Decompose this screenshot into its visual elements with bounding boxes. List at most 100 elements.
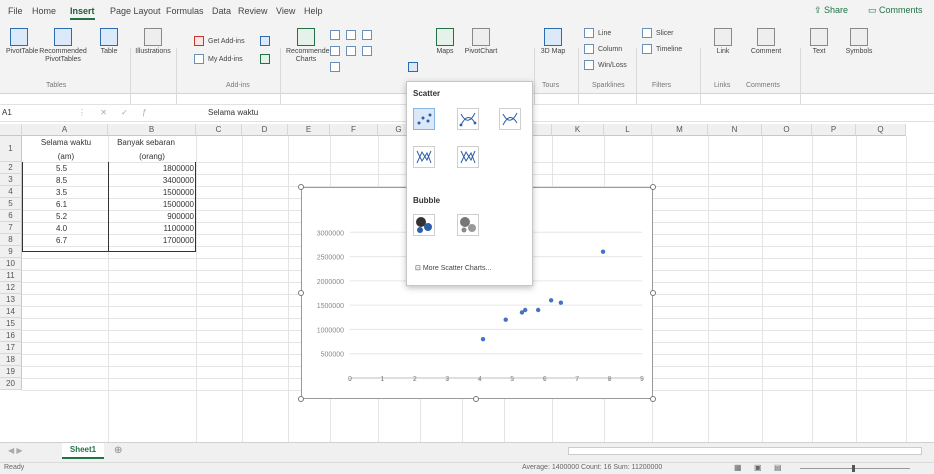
- row-header-17[interactable]: 17: [0, 342, 22, 354]
- tab-insert[interactable]: Insert: [70, 6, 95, 20]
- row-header-14[interactable]: 14: [0, 306, 22, 318]
- tab-formulas[interactable]: Formulas: [166, 6, 204, 16]
- row-header-4[interactable]: 4: [0, 186, 22, 198]
- column-header-e[interactable]: E: [288, 124, 330, 136]
- timeline-button[interactable]: Timeline: [642, 44, 682, 54]
- tab-review[interactable]: Review: [238, 6, 268, 16]
- row-header-5[interactable]: 5: [0, 198, 22, 210]
- tab-file[interactable]: File: [8, 6, 23, 16]
- row-header-19[interactable]: 19: [0, 366, 22, 378]
- combo-chart-icon[interactable]: [362, 46, 372, 56]
- row-header-3[interactable]: 3: [0, 174, 22, 186]
- resize-handle[interactable]: [650, 290, 656, 296]
- text-button[interactable]: Text: [808, 28, 830, 56]
- scatter-straight-markers-option[interactable]: [413, 146, 435, 168]
- column-header-c[interactable]: C: [196, 124, 242, 136]
- column-header-l[interactable]: L: [604, 124, 652, 136]
- resize-handle[interactable]: [650, 184, 656, 190]
- row-header-11[interactable]: 11: [0, 270, 22, 282]
- zoom-thumb[interactable]: [852, 465, 855, 472]
- row-header-2[interactable]: 2: [0, 162, 22, 174]
- tab-help[interactable]: Help: [304, 6, 323, 16]
- sparkline-line-button[interactable]: Line: [584, 28, 611, 38]
- resize-handle[interactable]: [473, 396, 479, 402]
- row-header-13[interactable]: 13: [0, 294, 22, 306]
- column-header-k[interactable]: K: [552, 124, 604, 136]
- add-sheet-icon[interactable]: ⊕: [114, 445, 122, 456]
- pivotchart-button[interactable]: PivotChart: [462, 28, 500, 56]
- get-add-ins-button[interactable]: Get Add-ins: [194, 36, 245, 46]
- line-chart-icon[interactable]: [330, 46, 340, 56]
- row-header-8[interactable]: 8: [0, 234, 22, 246]
- comment-button[interactable]: Comment: [746, 28, 786, 56]
- horizontal-scrollbar[interactable]: [568, 447, 922, 455]
- tab-view[interactable]: View: [276, 6, 295, 16]
- people-graph-icon[interactable]: [260, 54, 270, 64]
- row-header-1[interactable]: 1: [0, 136, 22, 162]
- normal-view-icon[interactable]: ▦: [734, 463, 742, 472]
- column-chart-icon[interactable]: [330, 30, 340, 40]
- row-header-10[interactable]: 10: [0, 258, 22, 270]
- sparkline-winloss-button[interactable]: Win/Loss: [584, 60, 627, 70]
- column-header-b[interactable]: B: [108, 124, 196, 136]
- row-header-15[interactable]: 15: [0, 318, 22, 330]
- slicer-button[interactable]: Slicer: [642, 28, 674, 38]
- tab-data[interactable]: Data: [212, 6, 231, 16]
- bing-icon[interactable]: [260, 36, 270, 46]
- tab-page-layout[interactable]: Page Layout: [110, 6, 161, 16]
- column-header-p[interactable]: P: [812, 124, 856, 136]
- maps-button[interactable]: Maps: [434, 28, 456, 56]
- pie-chart-icon[interactable]: [330, 62, 340, 72]
- tab-home[interactable]: Home: [32, 6, 56, 16]
- row-header-6[interactable]: 6: [0, 210, 22, 222]
- symbols-button[interactable]: Symbols: [842, 28, 876, 56]
- formula-input[interactable]: Selama waktu: [208, 108, 258, 117]
- page-break-view-icon[interactable]: ▤: [774, 463, 782, 472]
- row-header-18[interactable]: 18: [0, 354, 22, 366]
- column-header-n[interactable]: N: [708, 124, 762, 136]
- resize-handle[interactable]: [298, 290, 304, 296]
- hierarchy-chart-icon[interactable]: [346, 30, 356, 40]
- resize-handle[interactable]: [298, 184, 304, 190]
- link-button[interactable]: Link: [712, 28, 734, 56]
- comments-button[interactable]: ▭ Comments: [868, 5, 923, 16]
- zoom-slider[interactable]: [800, 468, 910, 469]
- scatter-smooth-markers-option[interactable]: [457, 108, 479, 130]
- scatter-markers-option[interactable]: [413, 108, 435, 130]
- column-header-f[interactable]: F: [330, 124, 378, 136]
- recommended-pivottables-button[interactable]: Recommended PivotTables: [38, 28, 88, 64]
- row-header-12[interactable]: 12: [0, 282, 22, 294]
- more-scatter-charts-link[interactable]: ⊡ More Scatter Charts...: [415, 264, 491, 272]
- cell-a2[interactable]: (am): [24, 151, 108, 162]
- row-header-7[interactable]: 7: [0, 222, 22, 234]
- column-header-o[interactable]: O: [762, 124, 812, 136]
- 3d-map-button[interactable]: 3D Map: [538, 28, 568, 56]
- column-header-m[interactable]: M: [652, 124, 708, 136]
- column-header-q[interactable]: Q: [856, 124, 906, 136]
- sparkline-column-button[interactable]: Column: [584, 44, 622, 54]
- statistic-chart-icon[interactable]: [346, 46, 356, 56]
- column-header-a[interactable]: A: [22, 124, 108, 136]
- waterfall-chart-icon[interactable]: [362, 30, 372, 40]
- cell-b1[interactable]: Banyak sebaran: [96, 137, 196, 148]
- scroll-tabs-arrows[interactable]: ◀ ▶: [8, 446, 23, 455]
- resize-handle[interactable]: [650, 396, 656, 402]
- my-add-ins-button[interactable]: My Add-ins: [194, 54, 243, 64]
- share-button[interactable]: ⇪ Share: [814, 5, 848, 16]
- bubble-option[interactable]: [413, 214, 435, 236]
- column-header-d[interactable]: D: [242, 124, 288, 136]
- name-box[interactable]: A1: [2, 108, 52, 120]
- table-button[interactable]: Table: [96, 28, 122, 56]
- cell-b2[interactable]: (orang): [110, 151, 194, 162]
- select-all-corner[interactable]: [0, 124, 22, 136]
- scatter-smooth-option[interactable]: [499, 108, 521, 130]
- sheet-tab-sheet1[interactable]: Sheet1: [62, 443, 104, 459]
- resize-handle[interactable]: [298, 396, 304, 402]
- page-layout-view-icon[interactable]: ▣: [754, 463, 762, 472]
- 3d-bubble-option[interactable]: [457, 214, 479, 236]
- scatter-chart-icon[interactable]: [408, 62, 418, 72]
- pivottable-button[interactable]: PivotTable: [6, 28, 38, 56]
- row-header-9[interactable]: 9: [0, 246, 22, 258]
- illustrations-button[interactable]: Illustrations: [134, 28, 172, 56]
- scatter-straight-option[interactable]: [457, 146, 479, 168]
